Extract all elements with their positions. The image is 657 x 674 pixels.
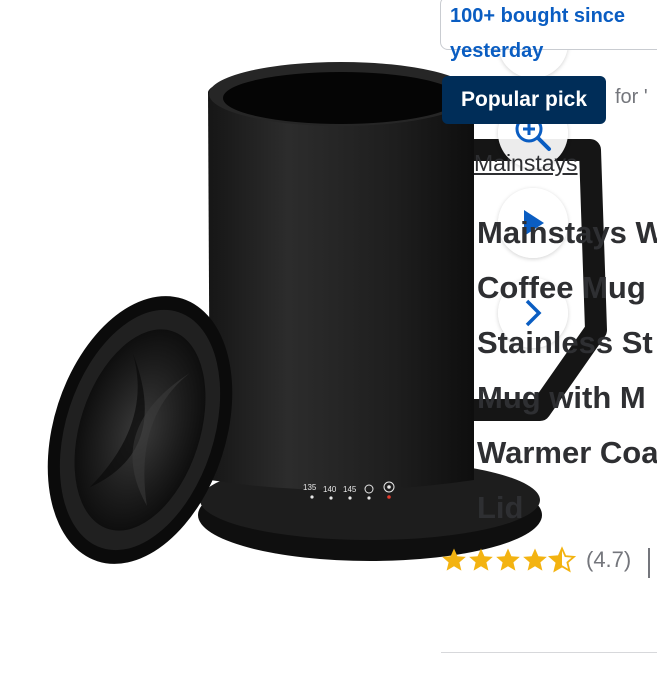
brand-link[interactable]: Mainstays xyxy=(474,150,578,177)
bought-badge-line-2: yesterday xyxy=(450,40,544,62)
rating-value: (4.7) xyxy=(586,547,632,572)
star-icon xyxy=(469,548,493,571)
half-star-icon xyxy=(549,547,575,572)
star-icon xyxy=(496,548,520,571)
mug-label-135: 135 xyxy=(303,483,317,492)
star-icon xyxy=(442,548,466,571)
product-title-line: Mug with M xyxy=(477,380,646,415)
product-title-line: Stainless St xyxy=(477,325,653,360)
product-title-line: Mainstays W xyxy=(477,215,657,250)
product-title-line: Warmer Coa xyxy=(477,435,657,470)
product-title-line: Lid xyxy=(477,490,524,525)
product-title: Mainstays W Coffee Mug Stainless St Mug … xyxy=(477,205,657,535)
star-icon xyxy=(523,548,547,571)
bought-badge-line-1: 100+ bought since xyxy=(450,5,626,27)
product-title-line: Coffee Mug xyxy=(477,270,646,305)
popular-pick-context: for ' xyxy=(615,86,648,108)
star-rating xyxy=(442,547,575,572)
mug-label-140: 140 xyxy=(323,485,337,494)
rating-summary[interactable]: (4.7) xyxy=(441,546,631,574)
popular-pick-badge: Popular pick xyxy=(442,76,606,124)
section-divider xyxy=(441,652,657,653)
divider xyxy=(648,548,650,578)
mug-label-145: 145 xyxy=(343,485,357,494)
bought-badge: 100+ bought since yesterday xyxy=(440,0,657,62)
